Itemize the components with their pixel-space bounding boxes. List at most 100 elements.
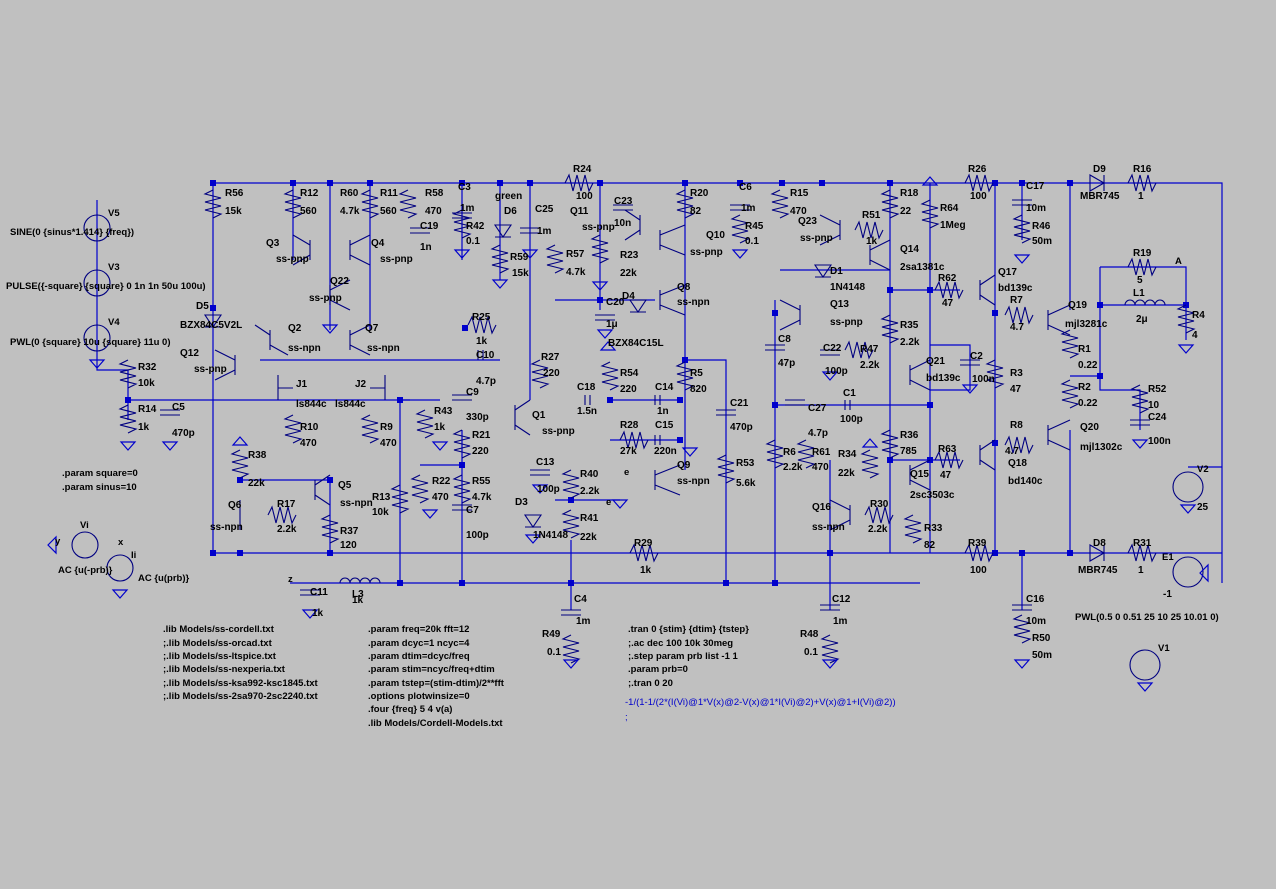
ref-q5: Q5 [338,480,352,491]
meas-comment: ; [625,712,628,723]
value-c14: 1n [657,406,669,417]
inductors[interactable] [339,299,1166,584]
value-r17: 2.2k [277,524,297,535]
value-r14: 1k [138,422,150,433]
ref-r31: R31 [1133,538,1152,549]
net-x: x [118,537,124,548]
value-r42: 0.1 [466,236,480,247]
ref-q16: Q16 [812,502,831,513]
ref-r49: R49 [542,629,561,640]
ref-r42: R42 [466,221,485,232]
model-d6: green [495,191,522,202]
model-d1: 1N4148 [830,282,865,293]
value-r24: 100 [576,191,593,202]
param-sinus: .param sinus=10 [62,482,137,493]
model-q23: ss-pnp [800,233,833,244]
ref-c13: C13 [536,457,555,468]
ref-r63: R63 [938,444,957,455]
value-c2: 100n [972,374,995,385]
ref-q1: Q1 [532,410,546,421]
ref-r58: R58 [425,188,444,199]
net-e2: e [624,467,629,478]
value-d8: MBR745 [1078,565,1118,576]
ref-q18: Q18 [1008,458,1027,469]
vi-label: Vi [80,520,89,531]
value-r62: 47 [942,298,954,309]
param-line: .param tstep=(stim-dtim)/2**fft [368,678,505,689]
value-d9: MBR745 [1080,191,1120,202]
ref-q11: Q11 [570,206,589,217]
ref-r57: R57 [566,249,585,260]
value-r56: 15k [225,206,242,217]
ref-r19: R19 [1133,248,1152,259]
ref-c14: C14 [655,382,674,393]
ref-c12: C12 [832,594,851,605]
value-r30: 2.2k [868,524,888,535]
lib-directives: .lib Models/ss-cordell.txt ;.lib Models/… [163,624,319,702]
value-r6: 2.2k [783,462,803,473]
sim-directives: .tran 0 {stim} {dtim} {tstep} ;.ac dec 1… [625,624,896,723]
ref-r48: R48 [800,629,819,640]
ref-r23: R23 [620,250,639,261]
v4-label: V4 [108,317,120,328]
ref-r56: R56 [225,188,244,199]
resistors[interactable] [118,173,1196,664]
ref-r62: R62 [938,273,957,284]
ii-label: Ii [131,550,136,561]
value-r46: 50m [1032,236,1052,247]
model-q19: mjl3281c [1065,319,1108,330]
vi-ac-value: AC {u(-prb)} [58,565,113,576]
net-e1: e [606,497,611,508]
model-q10: ss-pnp [690,247,723,258]
value-r23: 22k [620,268,637,279]
ref-r10: R10 [300,422,319,433]
net-z: z [288,574,293,585]
value-r5: 820 [690,384,707,395]
sources[interactable] [71,214,1204,681]
value-r10: 470 [300,438,317,449]
sim-line: .param prb=0 [628,664,688,675]
value-r55: 4.7k [472,492,492,503]
ref-d3: D3 [515,497,528,508]
sim-line: ;.ac dec 100 10k 30meg [628,638,733,649]
param-line: .param dcyc=1 ncyc=4 [368,638,470,649]
model-q20: mjl1302c [1080,442,1123,453]
schematic-canvas[interactable]: R5615kR12560R604.7kR11560R58470C31mR420.… [0,0,1276,889]
sim-line: .tran 0 {stim} {dtim} {tstep} [628,624,749,635]
value-r59: 15k [512,268,529,279]
lib-line: ;.lib Models/ss-ltspice.txt [163,651,277,662]
model-q7: ss-npn [367,343,400,354]
ref-r14: R14 [138,404,157,415]
v5-label: V5 [108,208,120,219]
ref-c1: C1 [843,388,856,399]
ref-c27: C27 [808,403,827,414]
value-r63: 47 [940,470,952,481]
model-e1: -1 [1163,589,1172,600]
ref-r59: R59 [510,252,529,263]
ref-r55: R55 [472,476,491,487]
ref-r50: R50 [1032,633,1051,644]
ref-c4: C4 [574,594,587,605]
value-r27: 220 [543,368,560,379]
ref-q13: Q13 [830,299,849,310]
model-q16: ss-npn [812,522,845,533]
ref-q3: Q3 [266,238,280,249]
value-c18: 1.5n [577,406,597,417]
model-q13: ss-pnp [830,317,863,328]
ref-r53: R53 [736,458,755,469]
ref-c25: C25 [535,204,554,215]
model-q22: ss-pnp [309,293,342,304]
v1-label: V1 [1158,643,1170,654]
ref-r28: R28 [620,420,639,431]
ref-j1: J1 [296,379,308,390]
value-r53: 5.6k [736,478,756,489]
value-r43: 1k [434,422,446,433]
ref-c2: C2 [970,351,983,362]
value-c8: 47p [778,358,795,369]
ref-c7: C7 [466,505,479,516]
ref-q22: Q22 [330,276,349,287]
v3-label: V3 [108,262,120,273]
ref-r22: R22 [432,476,451,487]
ref-d8: D8 [1093,538,1106,549]
model-q2: ss-npn [288,343,321,354]
